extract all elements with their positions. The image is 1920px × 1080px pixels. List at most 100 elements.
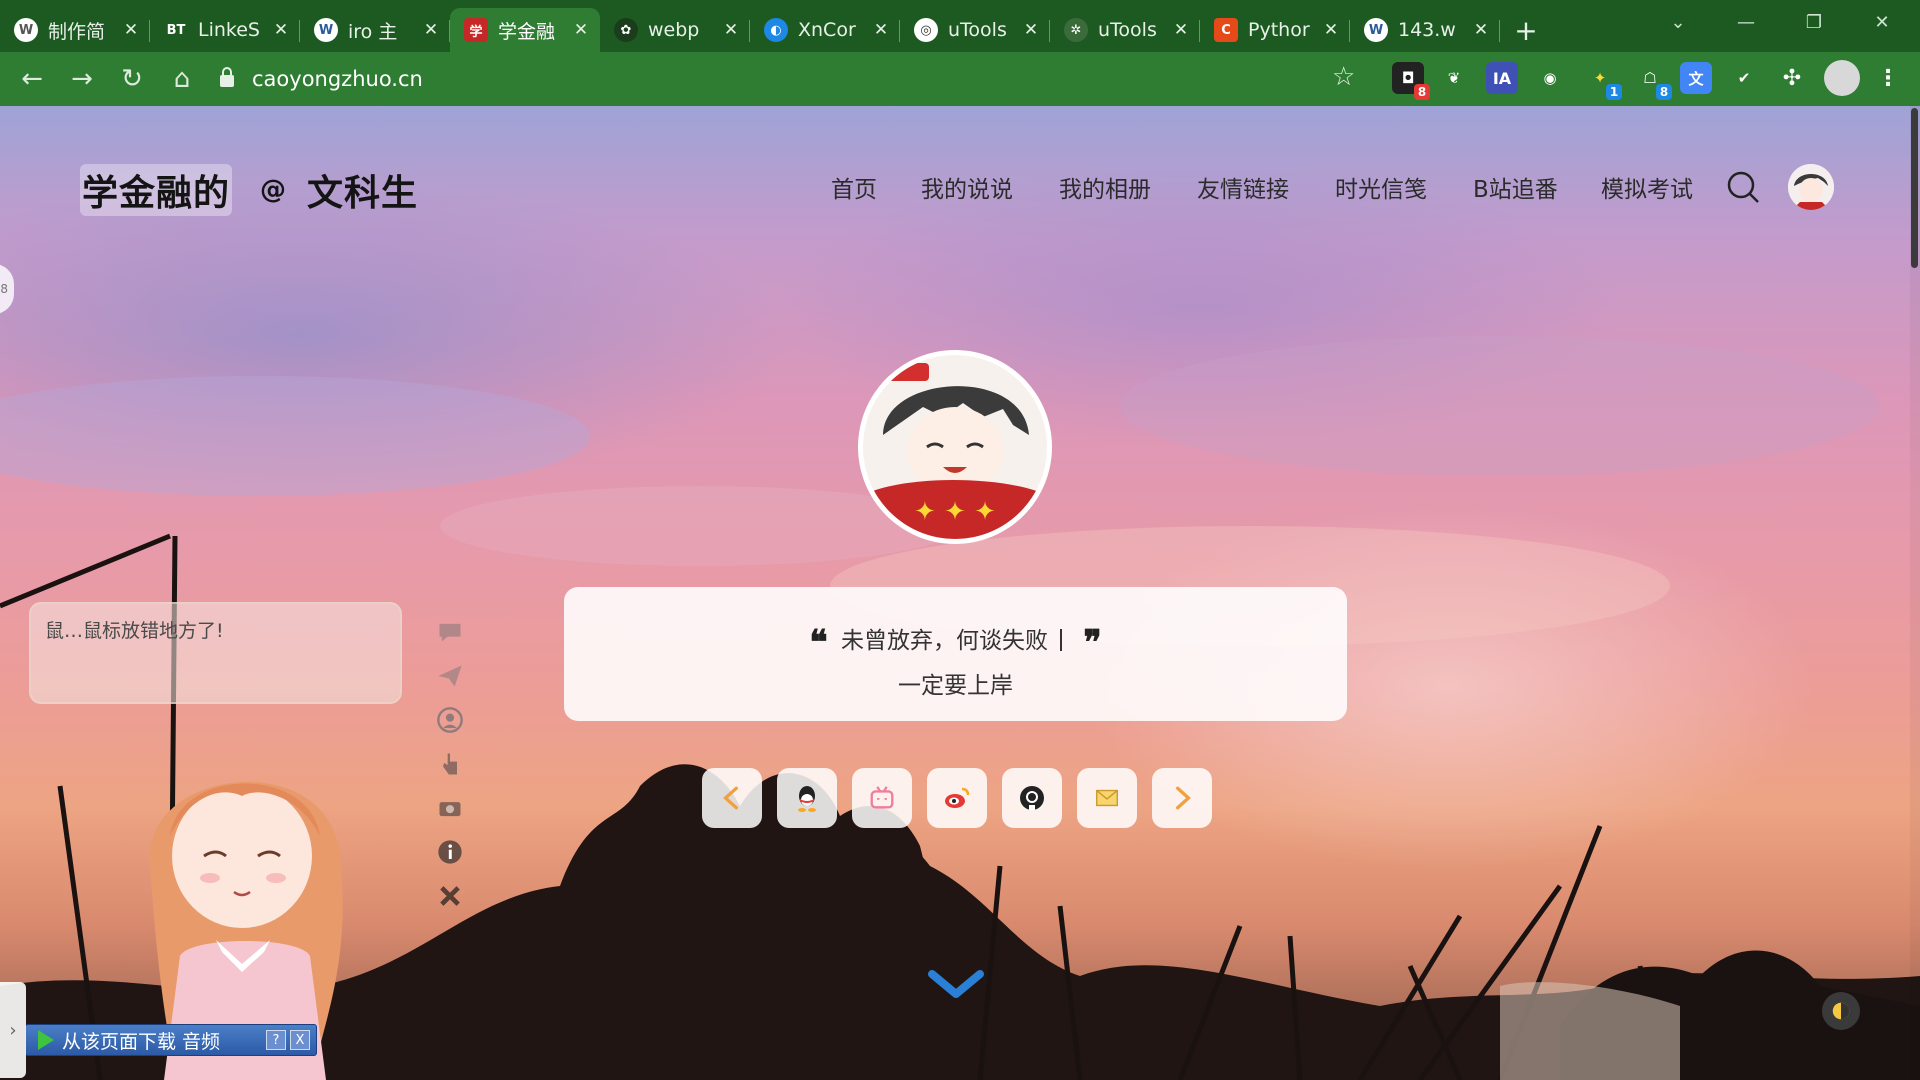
extension-5-icon[interactable]: ✦ 1 [1584,62,1622,100]
nav-links[interactable]: 友情链接 [1197,170,1289,204]
camera-icon[interactable] [432,790,468,826]
profile-avatar[interactable] [1824,60,1860,96]
browser-tab[interactable]: W 制作简 ✕ [0,8,150,52]
tab-search-icon[interactable]: ⌄ [1644,0,1712,44]
quote-line-1: ❝ 未曾放弃，何谈失败 ❞ [564,621,1347,663]
url-text[interactable]: caoyongzhuo.cn [252,67,423,91]
nav-posts[interactable]: 我的说说 [921,170,1013,204]
quote-subtext: 一定要上岸 [898,673,1013,699]
menu-kebab-icon[interactable]: ⋮ [1872,62,1904,94]
extension-ia-icon[interactable]: IA [1486,62,1518,94]
tab-title: Pythor [1248,19,1310,41]
github-icon[interactable] [1002,768,1062,828]
extension-label: IA [1492,68,1512,88]
user-avatar[interactable] [1788,164,1834,210]
back-button[interactable]: ← [8,55,56,103]
puzzle-icon[interactable]: ✣ [1776,62,1808,94]
close-icon[interactable]: ✕ [722,20,740,40]
close-icon[interactable]: ✕ [422,20,440,40]
main-nav: 首页 我的说说 我的相册 友情链接 时光信笺 B站追番 模拟考试 [0,170,1920,210]
translate-icon[interactable]: 文 [1680,62,1712,94]
extension-2-icon[interactable]: ❦ [1438,62,1470,94]
globe-icon: ◎ [914,18,938,42]
browser-tab[interactable]: W 143.w ✕ [1350,8,1500,52]
tab-title: LinkeS [198,19,260,41]
prev-button[interactable] [702,768,762,828]
home-button[interactable]: ⌂ [158,55,206,103]
close-icon[interactable]: ✕ [122,20,140,40]
utools-icon: ✲ [1064,18,1088,42]
extension-1-icon[interactable]: ◘ 8 [1392,62,1430,100]
tab-title: 143.w [1398,19,1456,41]
address-bar[interactable]: caoyongzhuo.cn [212,60,1332,98]
qq-icon[interactable] [777,768,837,828]
side-panel-toggle[interactable]: › [0,982,26,1078]
browser-tab[interactable]: ◐ XnCor ✕ [750,8,900,52]
close-icon[interactable]: ✕ [1322,20,1340,40]
wordpress-icon: W [14,18,38,42]
new-tab-button[interactable]: + [1500,8,1552,52]
close-icon[interactable]: ✕ [1172,20,1190,40]
page-scrollbar[interactable] [1910,106,1920,1080]
next-button[interactable] [1152,768,1212,828]
weibo-icon[interactable] [927,768,987,828]
browser-tab[interactable]: ✲ uTools ✕ [1050,8,1200,52]
close-icon[interactable]: ✕ [272,20,290,40]
download-label[interactable]: 从该页面下载 音频 [62,1027,262,1054]
chat-icon[interactable] [432,614,468,650]
minimize-button[interactable]: — [1712,0,1780,44]
web-page: 8 学金融的 @ 文科生 首页 我的说说 我的相册 友情链接 时光信笺 B站追番… [0,106,1920,1080]
scrollbar-thumb[interactable] [1911,108,1918,268]
close-quote-icon: ❞ [1083,623,1102,663]
bilibili-icon[interactable] [852,768,912,828]
typing-caret [1060,629,1062,651]
browser-tab[interactable]: ✿ webp ✕ [600,8,750,52]
close-icon[interactable]: ✕ [872,20,890,40]
extension-badge: 8 [1414,84,1430,100]
quote-card: ❝ 未曾放弃，何谈失败 ❞ 一定要上岸 [564,587,1347,721]
close-mascot-icon[interactable] [432,878,468,914]
tab-title: iro 主 [348,20,398,43]
browser-tab[interactable]: W iro 主 ✕ [300,8,450,52]
hand-icon[interactable] [432,746,468,782]
extension-4-icon[interactable]: ◉ [1534,62,1566,94]
close-window-button[interactable]: ✕ [1848,0,1916,44]
close-icon[interactable]: ✕ [1472,20,1490,40]
nav-exam[interactable]: 模拟考试 [1601,170,1693,204]
nav-bilibili[interactable]: B站追番 [1473,170,1558,204]
user-icon[interactable] [432,702,468,738]
info-icon[interactable] [432,834,468,870]
tab-title: 学金融 [498,20,556,43]
close-icon[interactable]: ✕ [1022,20,1040,40]
close-icon[interactable]: ✕ [572,20,590,40]
browser-tab-strip: W 制作简 ✕ BT LinkeS ✕ W iro 主 ✕ 学 学金融 ✕ ✿ … [0,0,1920,52]
extension-6-icon[interactable]: ☖ 8 [1634,62,1672,100]
search-icon[interactable] [1726,170,1760,204]
extension-badge: 8 [1656,84,1672,100]
theme-toggle-button[interactable] [1822,992,1860,1030]
bookmark-star-icon[interactable]: ☆ [1332,62,1355,92]
help-button[interactable]: ? [266,1030,286,1050]
lock-icon[interactable] [220,67,234,87]
tab-title: uTools [948,19,1007,41]
nav-home[interactable]: 首页 [831,170,877,204]
browser-tab[interactable]: ◎ uTools ✕ [900,8,1050,52]
scroll-down-icon[interactable] [928,968,984,1002]
nav-album[interactable]: 我的相册 [1059,170,1151,204]
restore-button[interactable]: ❐ [1780,0,1848,44]
browser-tab[interactable]: BT LinkeS ✕ [150,8,300,52]
email-icon[interactable] [1077,768,1137,828]
browser-tab-active[interactable]: 学 学金融 ✕ [450,8,600,52]
close-download-button[interactable]: X [290,1030,310,1050]
nav-letters[interactable]: 时光信笺 [1335,170,1427,204]
send-icon[interactable] [432,658,468,694]
forward-button[interactable]: → [58,55,106,103]
check-icon[interactable]: ✔ [1728,62,1760,94]
mascot-speech-bubble: 鼠…鼠标放错地方了! [29,602,402,704]
profile-avatar-large[interactable]: ✦ ✦ ✦ [858,350,1052,544]
extension-badge: 1 [1606,84,1622,100]
audio-download-bar[interactable]: 从该页面下载 音频 ? X [25,1024,317,1056]
play-icon[interactable] [38,1030,54,1050]
browser-tab[interactable]: C Pythor ✕ [1200,8,1350,52]
reload-button[interactable]: ↻ [108,55,156,103]
